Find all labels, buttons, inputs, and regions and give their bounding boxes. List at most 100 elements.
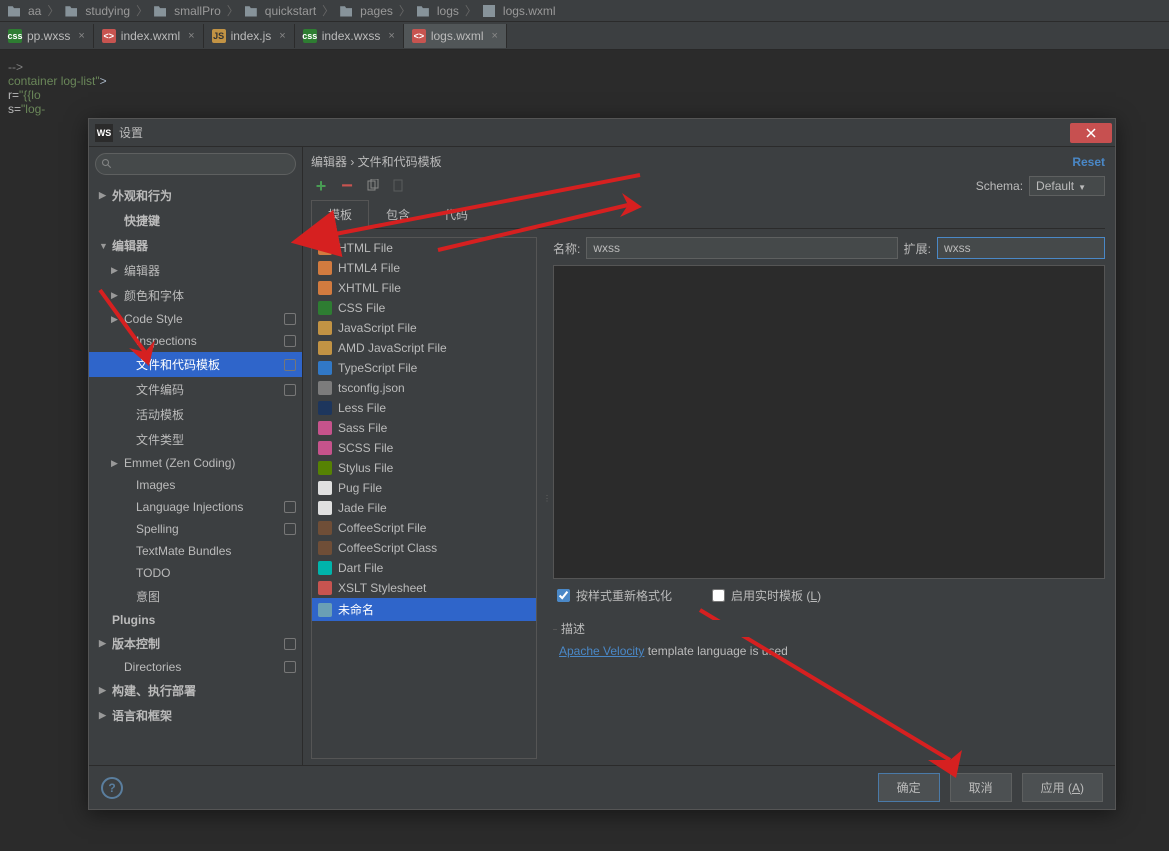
template-list-item[interactable]: CoffeeScript Class	[312, 538, 536, 558]
sidebar-item[interactable]: Images	[89, 474, 302, 496]
subtab[interactable]: 代码	[427, 200, 485, 229]
apply-button[interactable]: 应用 (A)	[1022, 773, 1103, 802]
template-list-item[interactable]: Dart File	[312, 558, 536, 578]
template-list-item[interactable]: SCSS File	[312, 438, 536, 458]
extension-input[interactable]	[937, 237, 1105, 259]
template-item-label: CoffeeScript File	[338, 521, 426, 535]
sidebar-item[interactable]: TextMate Bundles	[89, 540, 302, 562]
ok-button[interactable]: 确定	[878, 773, 940, 802]
sidebar-item-label: 编辑器	[112, 237, 148, 254]
close-tab-icon[interactable]: ×	[78, 30, 84, 42]
template-list-item[interactable]: Less File	[312, 398, 536, 418]
sidebar-item[interactable]: 快捷键	[89, 208, 302, 233]
editor-tab[interactable]: JSindex.js×	[204, 24, 295, 48]
sidebar-item-label: Language Injections	[136, 500, 243, 514]
breadcrumb-item[interactable]: pages	[338, 4, 395, 18]
template-list-item[interactable]: JavaScript File	[312, 318, 536, 338]
editor-tab[interactable]: cssindex.wxss×	[295, 24, 404, 48]
template-list-item[interactable]: AMD JavaScript File	[312, 338, 536, 358]
template-list-item[interactable]: CoffeeScript File	[312, 518, 536, 538]
sidebar-item[interactable]: 外观和行为	[89, 183, 302, 208]
sidebar-item[interactable]: 活动模板	[89, 402, 302, 427]
template-list-item[interactable]: TypeScript File	[312, 358, 536, 378]
sidebar-item[interactable]: Code Style	[89, 308, 302, 330]
chevron-right-icon: 〉	[465, 2, 477, 19]
editor-tab[interactable]: <>index.wxml×	[94, 24, 204, 48]
template-item-label: AMD JavaScript File	[338, 341, 447, 355]
name-input[interactable]	[586, 237, 897, 259]
template-list-item[interactable]: Stylus File	[312, 458, 536, 478]
breadcrumb-item[interactable]: logs	[415, 4, 461, 18]
filetype-icon	[318, 561, 332, 575]
template-list-item[interactable]: HTML File	[312, 238, 536, 258]
search-input[interactable]	[95, 153, 296, 175]
template-list-item[interactable]: CSS File	[312, 298, 536, 318]
template-list-item[interactable]: XSLT Stylesheet	[312, 578, 536, 598]
help-button[interactable]: ?	[101, 777, 123, 799]
live-template-checkbox-input[interactable]	[712, 589, 725, 602]
breadcrumb-item[interactable]: aa	[6, 4, 43, 18]
template-list-item[interactable]: XHTML File	[312, 278, 536, 298]
breadcrumb-item[interactable]: smallPro	[152, 4, 223, 18]
sidebar-item[interactable]: 文件和代码模板	[89, 352, 302, 377]
template-list-item[interactable]: Sass File	[312, 418, 536, 438]
template-list-item[interactable]: tsconfig.json	[312, 378, 536, 398]
template-list-item[interactable]: 未命名	[312, 598, 536, 621]
filetype-icon	[318, 381, 332, 395]
sidebar-item[interactable]: 颜色和字体	[89, 283, 302, 308]
sidebar-item[interactable]: 文件类型	[89, 427, 302, 452]
reset-link[interactable]: Reset	[1072, 155, 1105, 169]
sidebar-item[interactable]: 构建、执行部署	[89, 678, 302, 703]
template-code-area[interactable]	[553, 265, 1105, 579]
filetype-icon	[318, 281, 332, 295]
sidebar-item[interactable]: 编辑器	[89, 233, 302, 258]
sidebar-item[interactable]: Language Injections	[89, 496, 302, 518]
sidebar-item[interactable]: Inspections	[89, 330, 302, 352]
filetype-icon	[318, 261, 332, 275]
splitter-handle[interactable]: ⋮	[543, 237, 547, 759]
tab-bar: csspp.wxss×<>index.wxml×JSindex.js×cssin…	[0, 22, 1169, 50]
project-scheme-icon	[284, 384, 296, 396]
sidebar-item[interactable]: Emmet (Zen Coding)	[89, 452, 302, 474]
schema-select[interactable]: Default	[1029, 176, 1105, 196]
subtab[interactable]: 模板	[311, 200, 369, 229]
breadcrumb-item[interactable]: quickstart	[243, 4, 318, 18]
chevron-right-icon: 〉	[399, 2, 411, 19]
sidebar-item-label: Code Style	[124, 312, 183, 326]
expand-arrow-icon	[99, 638, 107, 649]
subtab[interactable]: 包含	[369, 200, 427, 229]
template-list-item[interactable]: Pug File	[312, 478, 536, 498]
sidebar-item[interactable]: 意图	[89, 584, 302, 609]
reformat-checkbox-input[interactable]	[557, 589, 570, 602]
sidebar-item[interactable]: Spelling	[89, 518, 302, 540]
sidebar-item[interactable]: TODO	[89, 562, 302, 584]
close-tab-icon[interactable]: ×	[388, 30, 394, 42]
cancel-button[interactable]: 取消	[950, 773, 1012, 802]
live-template-checkbox[interactable]: 启用实时模板 (L)	[712, 587, 821, 604]
paste-template-button[interactable]	[389, 176, 409, 196]
editor-tab[interactable]: csspp.wxss×	[0, 24, 94, 48]
expand-arrow-icon	[99, 241, 107, 251]
add-template-button[interactable]: +	[311, 176, 331, 196]
reformat-checkbox[interactable]: 按样式重新格式化	[557, 587, 672, 604]
close-tab-icon[interactable]: ×	[492, 30, 498, 42]
remove-template-button[interactable]: −	[337, 176, 357, 196]
sidebar-item[interactable]: 语言和框架	[89, 703, 302, 728]
sidebar-item[interactable]: 编辑器	[89, 258, 302, 283]
apache-velocity-link[interactable]: Apache Velocity	[559, 644, 644, 658]
breadcrumb-item[interactable]: studying	[63, 4, 132, 18]
breadcrumb-item[interactable]: logs.wxml	[481, 4, 558, 18]
sidebar-item[interactable]: Directories	[89, 656, 302, 678]
editor-tab[interactable]: <>logs.wxml×	[404, 24, 507, 48]
copy-template-button[interactable]	[363, 176, 383, 196]
close-button[interactable]	[1070, 123, 1112, 143]
template-list-item[interactable]: HTML4 File	[312, 258, 536, 278]
sidebar-item[interactable]: Plugins	[89, 609, 302, 631]
sidebar-item[interactable]: 文件编码	[89, 377, 302, 402]
close-tab-icon[interactable]: ×	[188, 30, 194, 42]
sidebar-item[interactable]: 版本控制	[89, 631, 302, 656]
breadcrumb: aa〉studying〉smallPro〉quickstart〉pages〉lo…	[0, 0, 1169, 22]
code-line: container log-list">	[8, 74, 1161, 88]
close-tab-icon[interactable]: ×	[279, 30, 285, 42]
template-list-item[interactable]: Jade File	[312, 498, 536, 518]
